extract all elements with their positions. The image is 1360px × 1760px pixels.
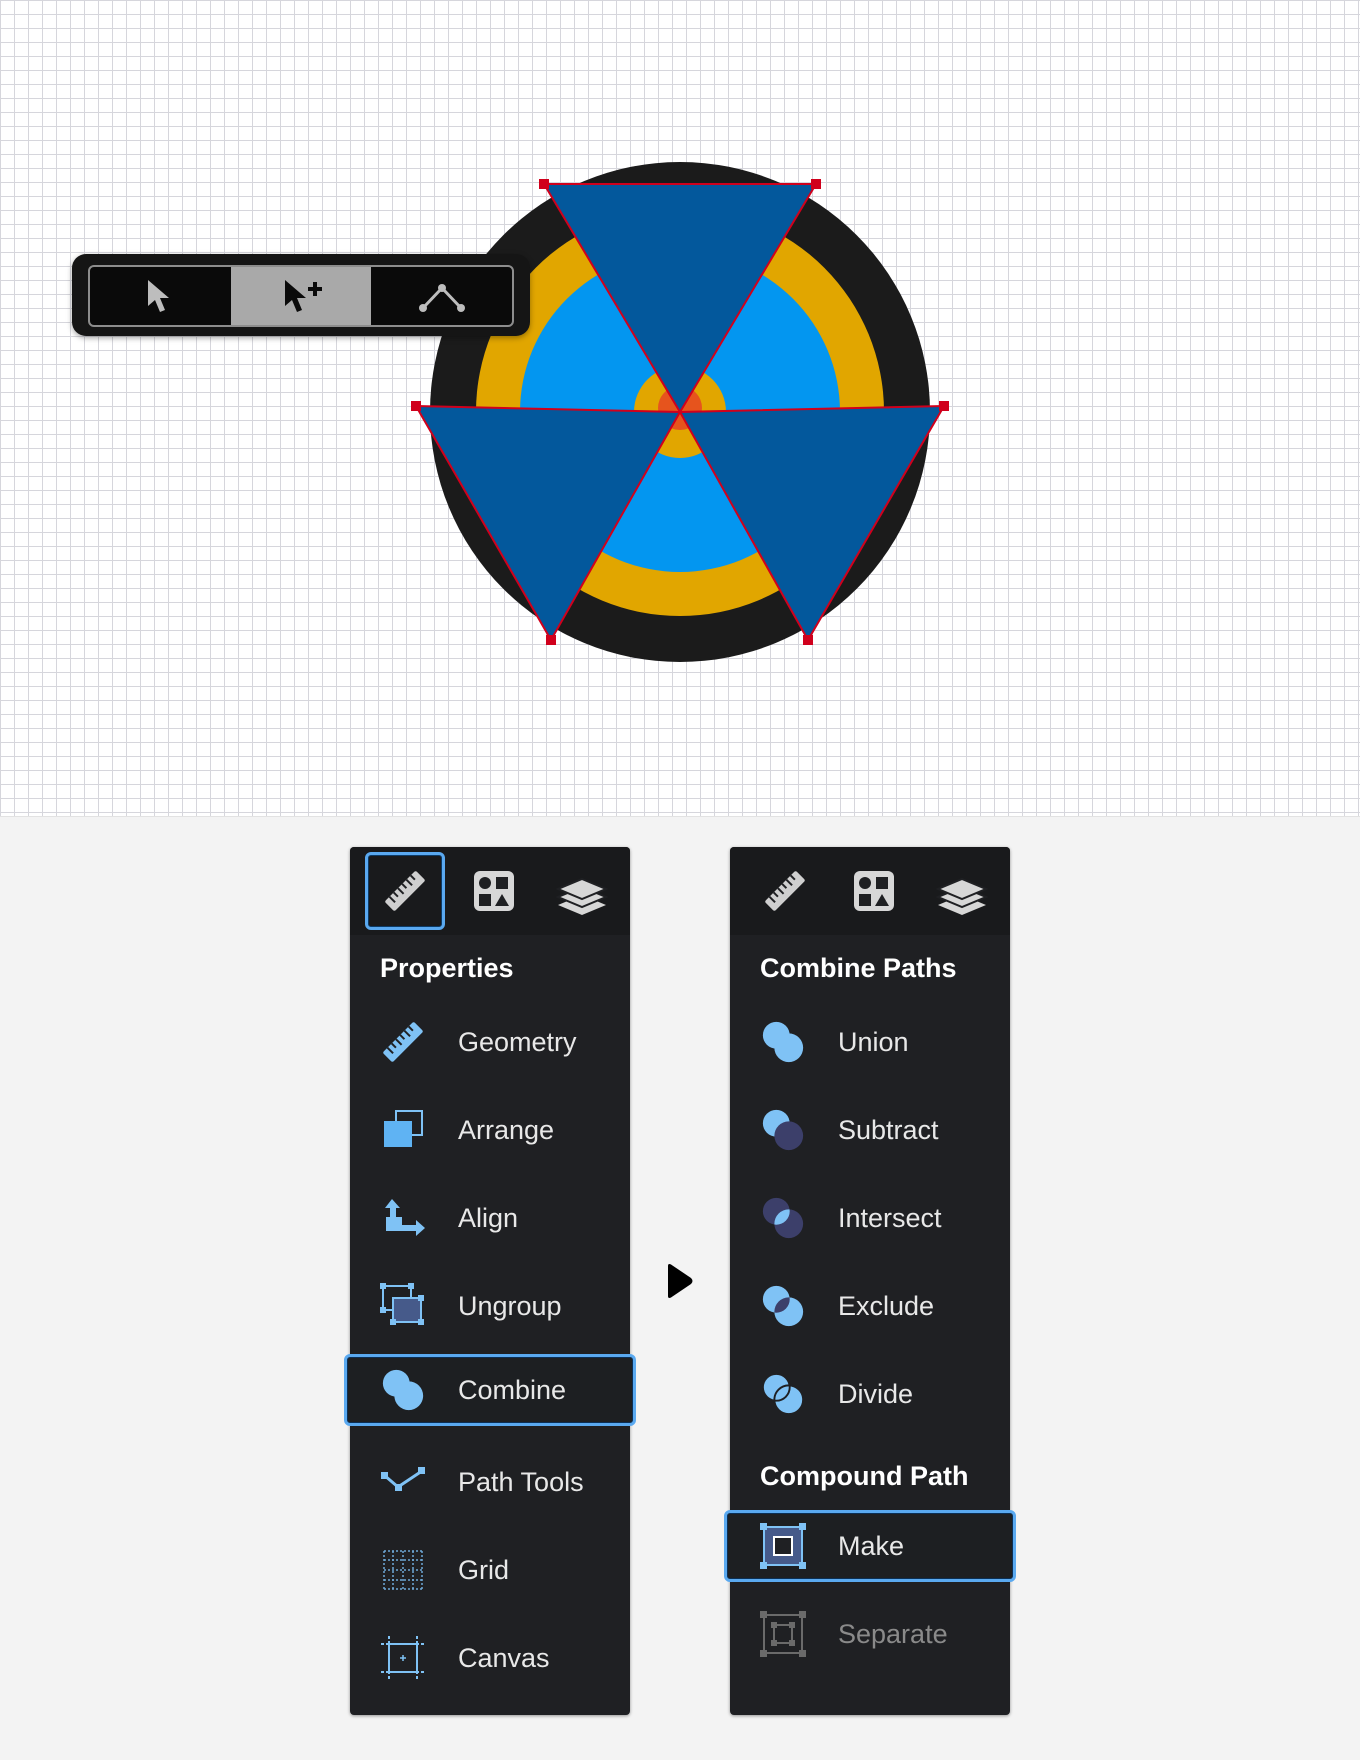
shapes-icon <box>474 871 514 911</box>
menu-item-label: Ungroup <box>458 1290 562 1321</box>
selection-handle[interactable] <box>411 401 421 411</box>
ruler-icon <box>763 869 807 913</box>
menu-item-label: Separate <box>838 1618 948 1649</box>
menu-item-label: Canvas <box>458 1642 550 1673</box>
pointer-add-icon <box>285 280 322 312</box>
align-icon <box>380 1195 426 1241</box>
section-title-properties: Properties <box>380 953 514 983</box>
selection-handle[interactable] <box>803 635 813 645</box>
tab-shapes[interactable] <box>454 852 534 930</box>
panel-tab-bar <box>350 847 630 935</box>
tool-segmented-control <box>88 265 514 327</box>
menu-item-label: Geometry <box>458 1026 577 1057</box>
layers-icon <box>557 878 607 916</box>
selection-handle[interactable] <box>939 401 949 411</box>
menu-item-path-tools[interactable]: Path Tools <box>350 1446 630 1518</box>
section-title-combine-paths: Combine Paths <box>760 953 957 983</box>
shapes-icon <box>854 871 894 911</box>
menu-item-label: Combine <box>458 1374 567 1405</box>
make-compound-icon <box>760 1523 806 1569</box>
intersect-icon <box>760 1195 806 1241</box>
path-tools-icon <box>380 1459 426 1505</box>
menu-item-make[interactable]: Make <box>724 1510 1016 1582</box>
exclude-icon <box>760 1283 806 1329</box>
menu-item-geometry[interactable]: Geometry <box>350 1006 630 1078</box>
tab-layers[interactable] <box>542 852 622 930</box>
layers-icon <box>937 878 987 916</box>
selection-handle[interactable] <box>539 179 549 189</box>
pointer-tool-button[interactable] <box>90 267 231 325</box>
combine-paths-panel: Combine Paths Union Subtract Intersect E… <box>724 847 1016 1715</box>
separate-compound-icon <box>760 1611 806 1657</box>
menu-item-label: Make <box>838 1530 905 1561</box>
union-icon <box>760 1019 806 1065</box>
ruler-icon <box>383 869 427 913</box>
arrange-icon <box>380 1107 426 1153</box>
tab-shapes[interactable] <box>834 852 914 930</box>
combine-icon <box>380 1367 426 1413</box>
menu-item-label: Union <box>838 1026 909 1057</box>
menu-item-label: Arrange <box>458 1114 555 1145</box>
menu-item-separate[interactable]: Separate <box>730 1598 1010 1670</box>
selection-toolbar <box>72 254 530 336</box>
menu-item-subtract[interactable]: Subtract <box>730 1094 1010 1166</box>
ruler-icon <box>380 1019 426 1065</box>
grid-icon <box>380 1547 426 1593</box>
section-title-compound-path: Compound Path <box>760 1461 969 1491</box>
menu-item-combine[interactable]: Combine <box>344 1354 636 1426</box>
menu-item-exclude[interactable]: Exclude <box>730 1270 1010 1342</box>
play-arrow-icon <box>668 1264 693 1298</box>
subtract-icon <box>760 1107 806 1153</box>
menu-item-ungroup[interactable]: Ungroup <box>350 1270 630 1342</box>
menu-item-label: Subtract <box>838 1114 939 1145</box>
menu-item-label: Grid <box>458 1554 510 1585</box>
selection-handle[interactable] <box>546 635 556 645</box>
tab-layers[interactable] <box>922 852 1002 930</box>
menu-item-label: Align <box>458 1202 519 1233</box>
menu-item-label: Divide <box>838 1378 914 1409</box>
menu-item-intersect[interactable]: Intersect <box>730 1182 1010 1254</box>
drawing-canvas[interactable] <box>0 0 1360 817</box>
node-tool-button[interactable] <box>371 267 512 325</box>
tab-properties[interactable] <box>365 852 445 930</box>
canvas-icon <box>380 1635 426 1681</box>
menu-item-label: Path Tools <box>458 1466 584 1497</box>
tab-properties[interactable] <box>745 852 825 930</box>
divide-icon <box>760 1371 806 1417</box>
properties-panel: Properties Geometry Arrange Align Ungrou… <box>344 847 636 1715</box>
menu-item-label: Exclude <box>838 1290 935 1321</box>
menu-item-grid[interactable]: Grid <box>350 1534 630 1606</box>
node-edit-icon <box>418 284 465 312</box>
menu-item-label: Intersect <box>838 1202 942 1233</box>
menu-item-align[interactable]: Align <box>350 1182 630 1254</box>
selection-handle[interactable] <box>811 179 821 189</box>
artwork <box>411 162 949 662</box>
menu-item-union[interactable]: Union <box>730 1006 1010 1078</box>
menu-item-arrange[interactable]: Arrange <box>350 1094 630 1166</box>
pointer-arrow-icon <box>148 280 170 312</box>
ungroup-icon <box>380 1283 426 1329</box>
panel-tab-bar <box>730 847 1010 935</box>
pointer-add-tool-button[interactable] <box>230 267 372 325</box>
menu-item-canvas[interactable]: Canvas <box>350 1622 630 1694</box>
menu-item-divide[interactable]: Divide <box>730 1358 1010 1430</box>
